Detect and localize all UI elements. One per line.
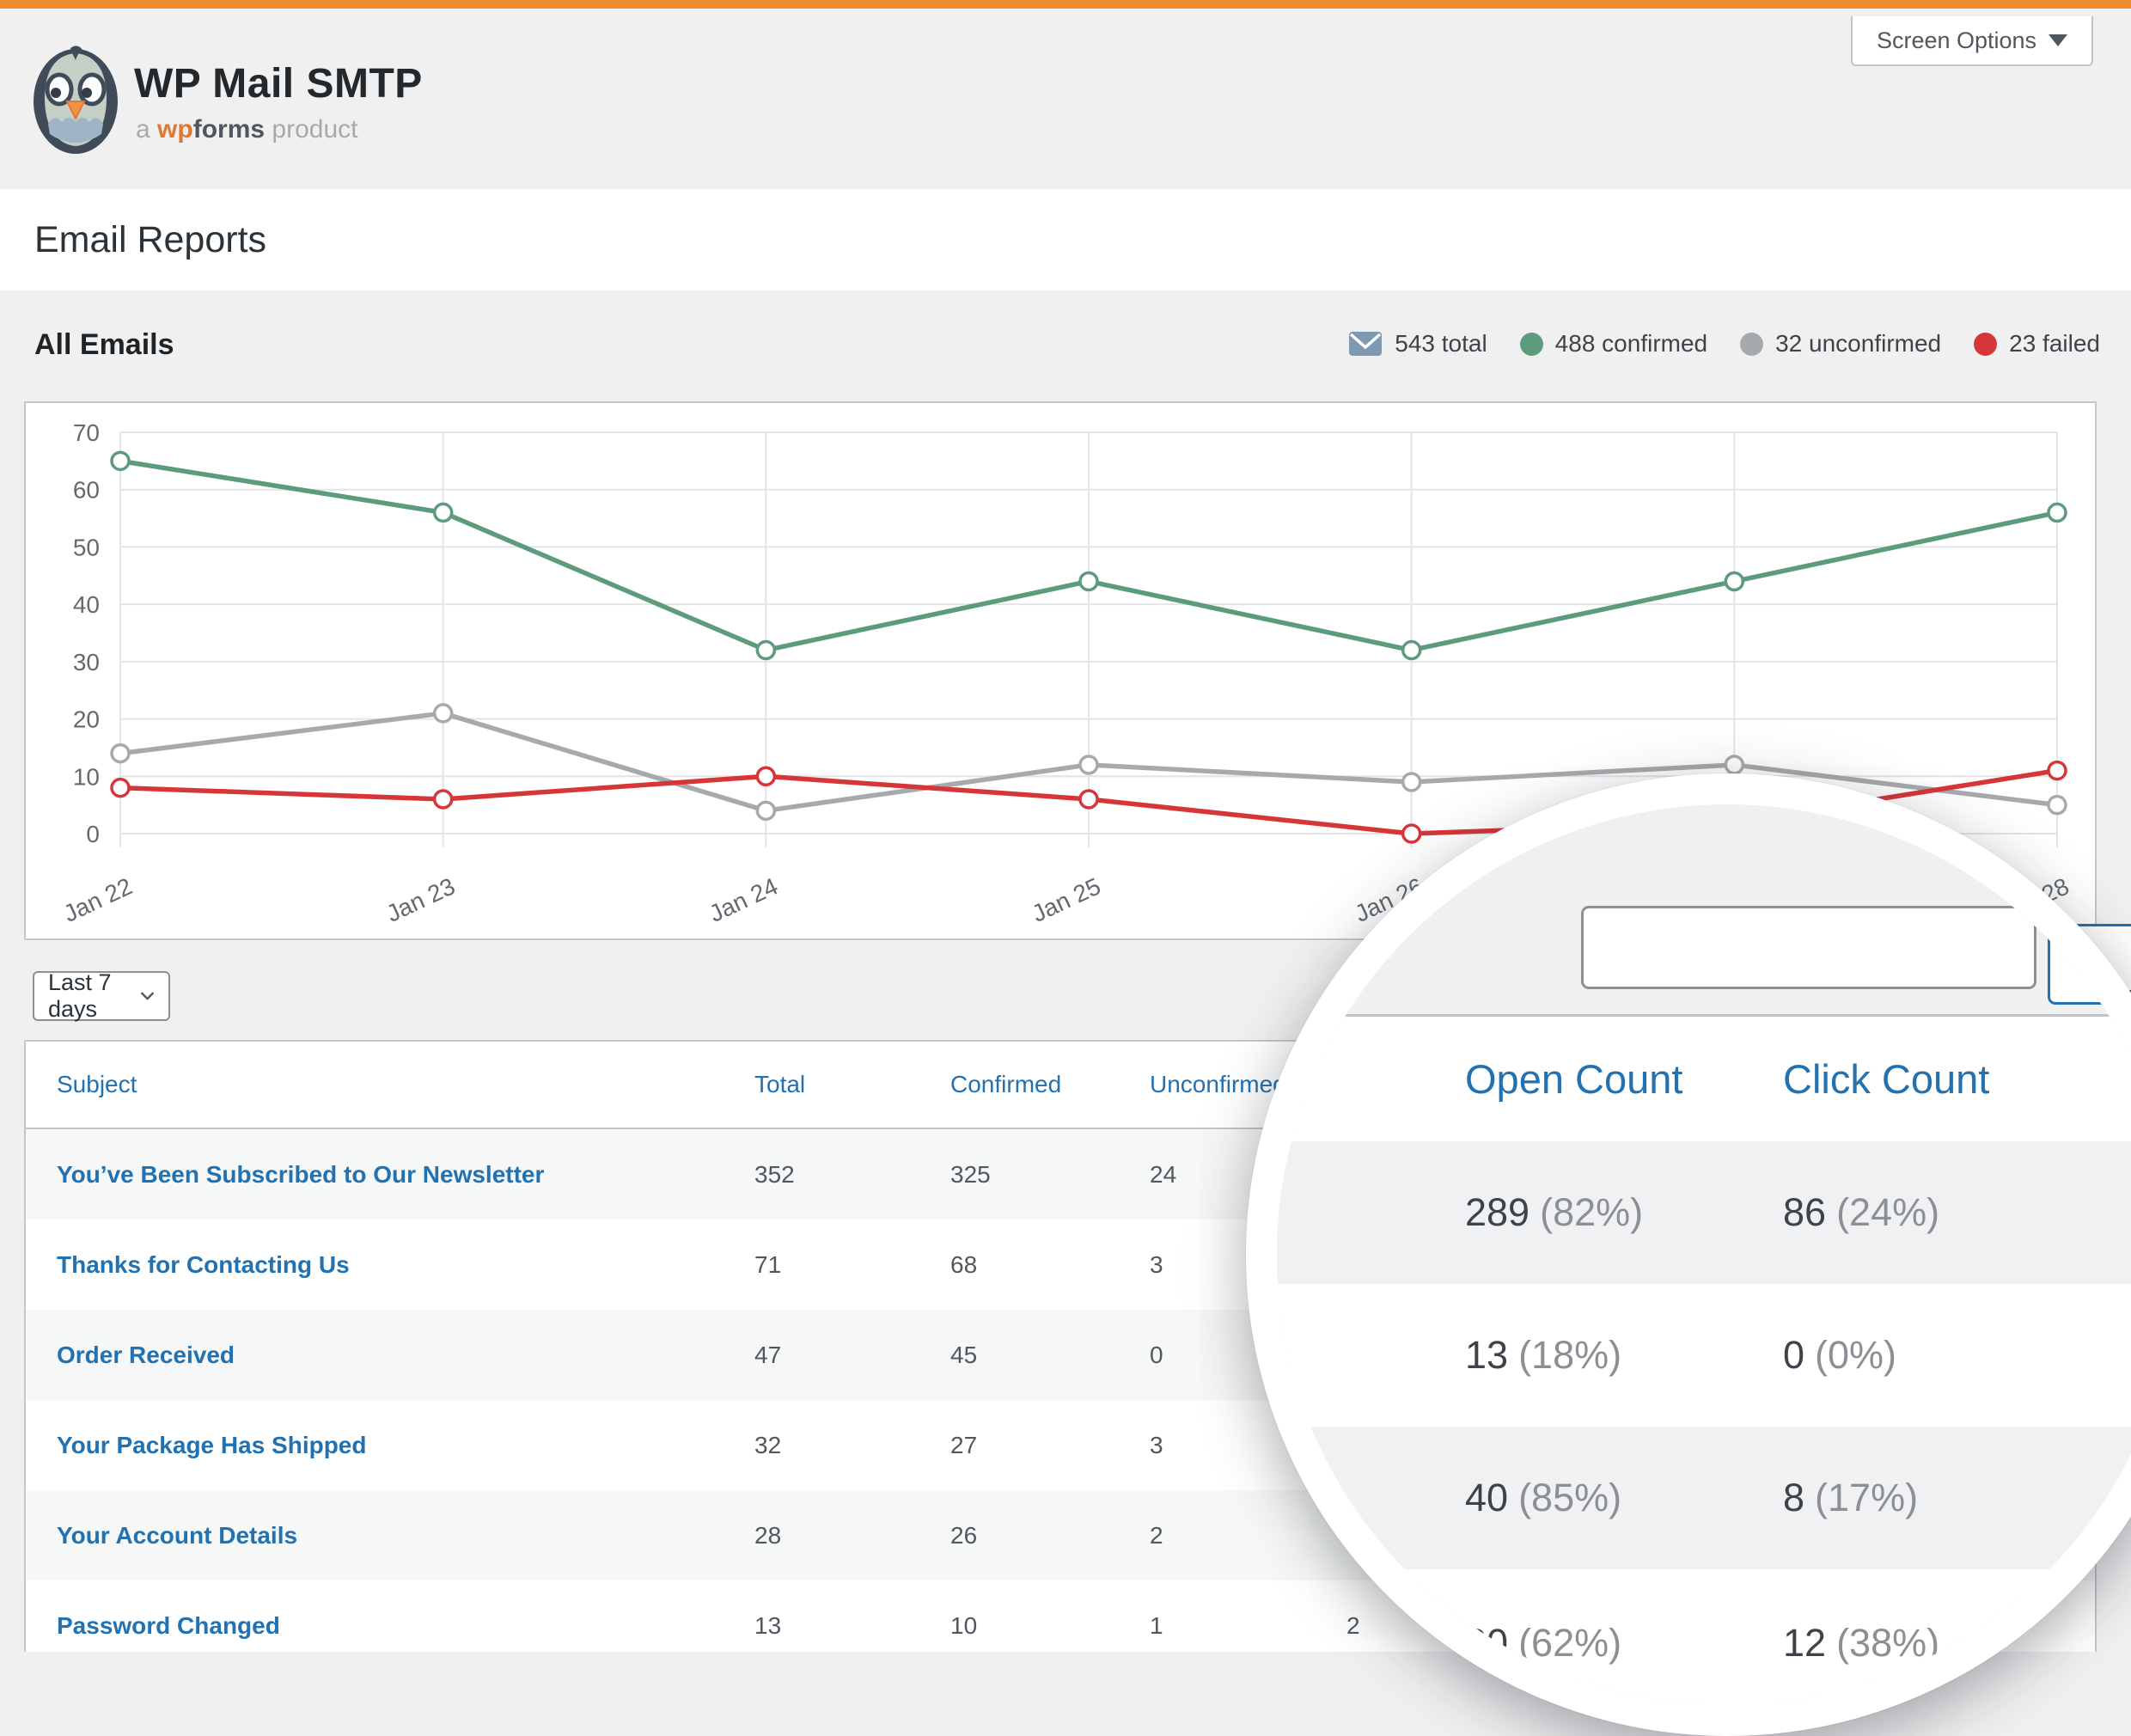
magnified-table-row: 20(62%) 12(38%) — [1277, 1569, 2131, 1717]
column-header-total[interactable]: Total — [754, 1042, 805, 1128]
total-cell: 32 — [754, 1400, 781, 1490]
unconfirmed-cell: 2 — [1150, 1490, 1163, 1580]
email-subject-link[interactable]: Order Received — [57, 1342, 235, 1368]
magnified-table-row: 13(18%) 0(0%) — [1277, 1284, 2131, 1427]
legend-item-total: 543 total — [1348, 330, 1487, 358]
svg-text:70: 70 — [73, 419, 100, 446]
wpforms-brand-forms: forms — [193, 115, 265, 144]
email-subject-link[interactable]: You’ve Been Subscribed to Our Newsletter — [57, 1161, 544, 1188]
screen-options-label: Screen Options — [1877, 28, 2036, 54]
svg-text:50: 50 — [73, 534, 100, 560]
wpforms-brand-wp: wp — [157, 115, 193, 144]
unconfirmed-cell: 1 — [1150, 1580, 1163, 1671]
svg-text:Jan 25: Jan 25 — [1028, 872, 1104, 927]
column-header-open-count[interactable]: Open Count — [1465, 1017, 1682, 1141]
legend-unconfirmed-label: 32 unconfirmed — [1775, 330, 1941, 358]
total-cell: 352 — [754, 1129, 795, 1219]
svg-text:40: 40 — [73, 591, 100, 618]
svg-text:60: 60 — [73, 477, 100, 504]
magnifier-overlay: Open Count Click Count 289(82%) 86(24%) … — [1246, 773, 2131, 1736]
chevron-down-icon — [2049, 34, 2067, 46]
screen-options-button[interactable]: Screen Options — [1851, 16, 2093, 66]
unconfirmed-cell: 0 — [1150, 1310, 1163, 1400]
legend-item-failed: 23 failed — [1974, 330, 2100, 358]
email-subject-link[interactable]: Your Account Details — [57, 1522, 297, 1549]
confirmed-cell: 26 — [950, 1490, 977, 1580]
svg-text:Jan 23: Jan 23 — [382, 872, 459, 927]
magnified-table-row: 40(85%) 8(17%) — [1277, 1427, 2131, 1569]
app-title: WP Mail SMTP — [134, 60, 423, 107]
confirmed-dot-icon — [1520, 333, 1543, 356]
confirmed-cell: 10 — [950, 1580, 977, 1671]
chevron-down-icon — [140, 990, 155, 1002]
page-title-band: Email Reports — [0, 189, 2131, 290]
total-cell: 28 — [754, 1490, 781, 1580]
open-count-cell: 13(18%) — [1465, 1284, 1621, 1427]
confirmed-cell: 325 — [950, 1129, 991, 1219]
unconfirmed-cell: 24 — [1150, 1129, 1176, 1219]
brand-top-bar — [0, 0, 2131, 9]
legend-confirmed-label: 488 confirmed — [1555, 330, 1707, 358]
svg-text:20: 20 — [73, 706, 100, 733]
magnified-table-row: 289(82%) 86(24%) — [1277, 1141, 2131, 1284]
legend-failed-label: 23 failed — [2009, 330, 2100, 358]
subtitle-prefix: a — [136, 115, 150, 144]
search-button[interactable] — [2048, 926, 2131, 1005]
app-subtitle: a wpforms product — [136, 115, 357, 144]
wp-mail-smtp-pigeon-logo — [33, 45, 119, 155]
column-header-confirmed[interactable]: Confirmed — [950, 1042, 1061, 1128]
email-subject-link[interactable]: Thanks for Contacting Us — [57, 1251, 350, 1278]
column-header-subject[interactable]: Subject — [57, 1042, 137, 1128]
confirmed-cell: 27 — [950, 1400, 977, 1490]
failed-dot-icon — [1974, 333, 1997, 356]
legend-item-unconfirmed: 32 unconfirmed — [1740, 330, 1941, 358]
total-cell: 13 — [754, 1580, 781, 1671]
section-title-all-emails: All Emails — [34, 328, 174, 362]
column-header-click-count[interactable]: Click Count — [1783, 1017, 1989, 1141]
column-header-unconfirmed[interactable]: Unconfirmed — [1150, 1042, 1286, 1128]
search-input[interactable] — [1581, 906, 2036, 989]
envelope-icon — [1348, 331, 1383, 357]
open-count-cell: 289(82%) — [1465, 1141, 1643, 1284]
email-subject-link[interactable]: Your Package Has Shipped — [57, 1432, 367, 1458]
date-range-select[interactable]: Last 7 days — [33, 971, 170, 1021]
page-title: Email Reports — [34, 189, 266, 290]
svg-text:30: 30 — [73, 649, 100, 675]
magnified-table-header — [1277, 1017, 2131, 1141]
click-count-cell: 12(38%) — [1783, 1569, 1939, 1717]
unconfirmed-dot-icon — [1740, 333, 1763, 356]
svg-text:10: 10 — [73, 763, 100, 790]
magnifier-content: Open Count Click Count 289(82%) 86(24%) … — [1277, 804, 2131, 1705]
confirmed-cell: 45 — [950, 1310, 977, 1400]
total-cell: 47 — [754, 1310, 781, 1400]
date-range-value: Last 7 days — [48, 969, 140, 1023]
legend-item-confirmed: 488 confirmed — [1520, 330, 1707, 358]
svg-text:Jan 24: Jan 24 — [705, 872, 782, 927]
legend-total-label: 543 total — [1395, 330, 1487, 358]
open-count-cell: 20(62%) — [1465, 1569, 1621, 1717]
unconfirmed-cell: 3 — [1150, 1400, 1163, 1490]
click-count-cell: 0(0%) — [1783, 1284, 1896, 1427]
click-count-cell: 8(17%) — [1783, 1427, 1918, 1569]
svg-text:0: 0 — [86, 821, 100, 847]
chart-legend: 543 total 488 confirmed 32 unconfirmed 2… — [1348, 325, 2100, 363]
total-cell: 71 — [754, 1219, 781, 1310]
svg-text:Jan 22: Jan 22 — [59, 872, 136, 927]
confirmed-cell: 68 — [950, 1219, 977, 1310]
subtitle-suffix: product — [272, 115, 357, 144]
app-header: WP Mail SMTP a wpforms product Screen Op… — [0, 9, 2131, 189]
open-count-cell: 40(85%) — [1465, 1427, 1621, 1569]
unconfirmed-cell: 3 — [1150, 1219, 1163, 1310]
click-count-cell: 86(24%) — [1783, 1141, 1939, 1284]
email-subject-link[interactable]: Password Changed — [57, 1612, 280, 1639]
